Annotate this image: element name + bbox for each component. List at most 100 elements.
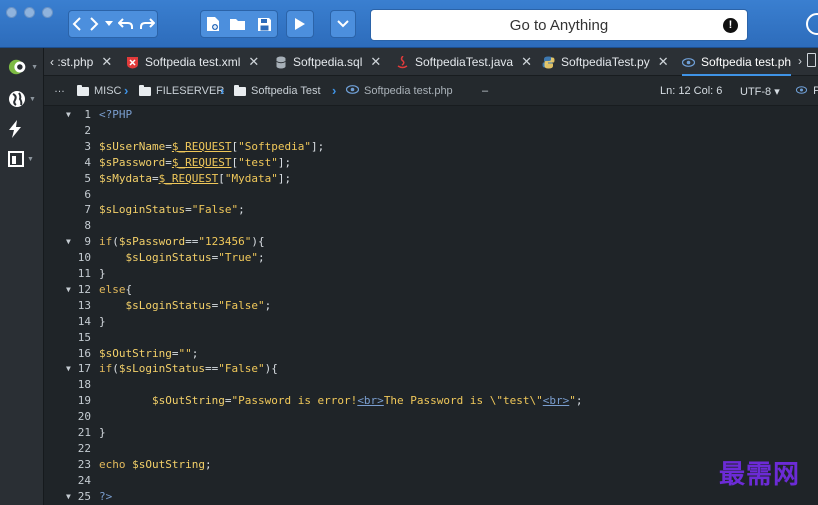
account-icon[interactable] [806, 13, 818, 35]
code-line[interactable]: 11} [44, 266, 818, 282]
code-line[interactable]: ▼ 17 if($sLoginStatus=="False"){ [44, 361, 818, 377]
code-line[interactable]: 5 $sMydata=$_REQUEST["Mydata"]; [44, 171, 818, 187]
close-icon[interactable]: ✕ [370, 54, 381, 70]
breadcrumb-ellipsis[interactable]: … [54, 83, 65, 95]
editor-tab-bar: ‹ :st.php ✕ Softpedia test.xml ✕ Softped… [44, 48, 818, 76]
code-line[interactable]: 7 $sLoginStatus="False"; [44, 202, 818, 218]
window-close-button[interactable] [6, 7, 17, 18]
breadcrumb-label: MISC [94, 85, 122, 97]
code-line[interactable]: 18 [44, 377, 818, 393]
redo-icon[interactable] [139, 17, 155, 31]
rail-lightning-button[interactable] [8, 118, 38, 140]
code-text: echo $sOutString; [99, 457, 212, 471]
code-text: $sPassword=$_REQUEST["test"]; [99, 155, 292, 169]
code-text: ?> [99, 489, 113, 503]
run-button[interactable] [286, 10, 314, 38]
code-line[interactable]: 6 [44, 187, 818, 203]
code-line[interactable]: 23 echo $sOutString; [44, 457, 818, 473]
php-eye-icon [795, 85, 808, 97]
extra-status-item[interactable]: P [795, 85, 818, 97]
left-rail: ▼ ▼ ▼ [0, 48, 44, 505]
code-line[interactable]: 4 $sPassword=$_REQUEST["test"]; [44, 155, 818, 171]
code-line[interactable]: ▼ 25 ?> [44, 489, 818, 505]
tab-php-active[interactable]: Softpedia test.ph [682, 48, 792, 76]
new-file-icon[interactable] [206, 16, 220, 32]
close-icon[interactable]: ✕ [248, 54, 259, 70]
tab-xml-file[interactable]: Softpedia test.xml ✕ [126, 48, 259, 76]
code-line[interactable]: ▼ 9 if($sPassword=="123456"){ [44, 234, 818, 250]
code-text: } [99, 426, 106, 439]
code-text: if($sPassword=="123456"){ [99, 235, 265, 249]
tab-java-file[interactable]: SoftpediaTest.java ✕ [396, 48, 532, 76]
gutter: 3 [44, 139, 91, 155]
line-number: 17 [77, 362, 91, 376]
breadcrumb-item-softpedia-test[interactable]: Softpedia Test [234, 84, 321, 97]
line-number: 16 [77, 346, 91, 360]
code-line[interactable]: ▼ 1 <?PHP [44, 107, 818, 123]
gutter: ▼ 17 [44, 361, 91, 377]
code-text: if($sLoginStatus=="False"){ [99, 362, 278, 376]
window-zoom-button[interactable] [42, 7, 53, 18]
code-line[interactable]: 2 [44, 123, 818, 139]
chevron-down-icon [337, 20, 349, 28]
code-line[interactable]: 8 [44, 218, 818, 234]
close-icon[interactable]: ✕ [521, 54, 532, 70]
code-line[interactable]: 21} [44, 425, 818, 441]
code-line[interactable]: 20 [44, 409, 818, 425]
gutter: 11 [44, 266, 91, 282]
code-line[interactable]: ▼ 12 else{ [44, 282, 818, 298]
go-to-anything-input[interactable]: Go to Anything ! [370, 9, 748, 41]
rail-panel-button[interactable]: ▼ [8, 148, 38, 170]
tab-php-file[interactable]: ‹ :st.php ✕ [50, 48, 112, 76]
chevron-down-icon: ▼ [29, 95, 36, 103]
code-line[interactable]: 24 [44, 473, 818, 489]
code-line[interactable]: 16 $sOutString=""; [44, 346, 818, 362]
xml-file-icon [126, 56, 139, 69]
gutter: 4 [44, 155, 91, 171]
code-editor[interactable]: ▼ 1 <?PHP 2 3 $sUserName=$_REQUEST["Softpedia… [44, 106, 818, 505]
line-number: 15 [77, 330, 91, 344]
breadcrumb-separator-icon: › [220, 83, 225, 98]
tab-overflow-chevron-icon[interactable]: › [798, 54, 802, 68]
play-icon [294, 17, 306, 31]
history-dropdown-icon[interactable] [104, 21, 113, 27]
breadcrumb-separator-icon: › [332, 83, 337, 98]
gutter: 22 [44, 441, 91, 457]
code-line[interactable]: 13 $sLoginStatus="False"; [44, 298, 818, 314]
tab-python-file[interactable]: SoftpediaTest.py ✕ [542, 48, 669, 76]
tab-label: Softpedia test.xml [145, 55, 241, 69]
forward-arrow-icon[interactable] [88, 16, 100, 32]
code-line[interactable]: 3 $sUserName=$_REQUEST["Softpedia"]; [44, 139, 818, 155]
file-button-group [200, 10, 278, 38]
breadcrumb-item-misc[interactable]: MISC [77, 84, 122, 97]
code-line[interactable]: 22 [44, 441, 818, 457]
close-icon[interactable]: ✕ [658, 54, 669, 70]
code-line[interactable]: 10 $sLoginStatus="True"; [44, 250, 818, 266]
open-folder-icon[interactable] [229, 17, 247, 31]
tab-label: Softpedia.sql [293, 55, 363, 69]
tab-sql-file[interactable]: Softpedia.sql ✕ [274, 48, 381, 76]
rail-globe-button[interactable]: ▼ [8, 88, 38, 110]
undo-icon[interactable] [117, 17, 134, 31]
code-line[interactable]: 15 [44, 330, 818, 346]
gutter: 2 [44, 123, 91, 139]
java-file-icon [396, 55, 409, 69]
encoding-dropdown[interactable]: UTF-8 ▾ [740, 85, 780, 98]
breadcrumb-item-file[interactable]: Softpedia test.php [345, 85, 453, 97]
rail-places-button[interactable]: ▼ [8, 56, 38, 78]
code-line[interactable]: 14} [44, 314, 818, 330]
window-minimize-button[interactable] [24, 7, 35, 18]
line-number: 13 [77, 298, 91, 312]
gutter: 13 [44, 298, 91, 314]
close-icon[interactable]: ✕ [101, 54, 112, 70]
tab-list-icon[interactable] [807, 53, 816, 67]
notification-alert-icon[interactable]: ! [723, 18, 738, 33]
toolbox-dropdown-button[interactable] [330, 10, 356, 38]
code-line[interactable]: 19 $sOutString="Password is error!<br>Th… [44, 393, 818, 409]
line-number: 14 [77, 314, 91, 328]
save-icon[interactable] [257, 17, 272, 32]
code-text: $sOutString="Password is error!<br>The P… [151, 394, 583, 408]
back-arrow-icon[interactable] [71, 16, 83, 32]
cursor-position-status[interactable]: Ln: 12 Col: 6 [660, 85, 722, 97]
breadcrumb-item-fileserver[interactable]: FILESERVER [139, 84, 224, 97]
